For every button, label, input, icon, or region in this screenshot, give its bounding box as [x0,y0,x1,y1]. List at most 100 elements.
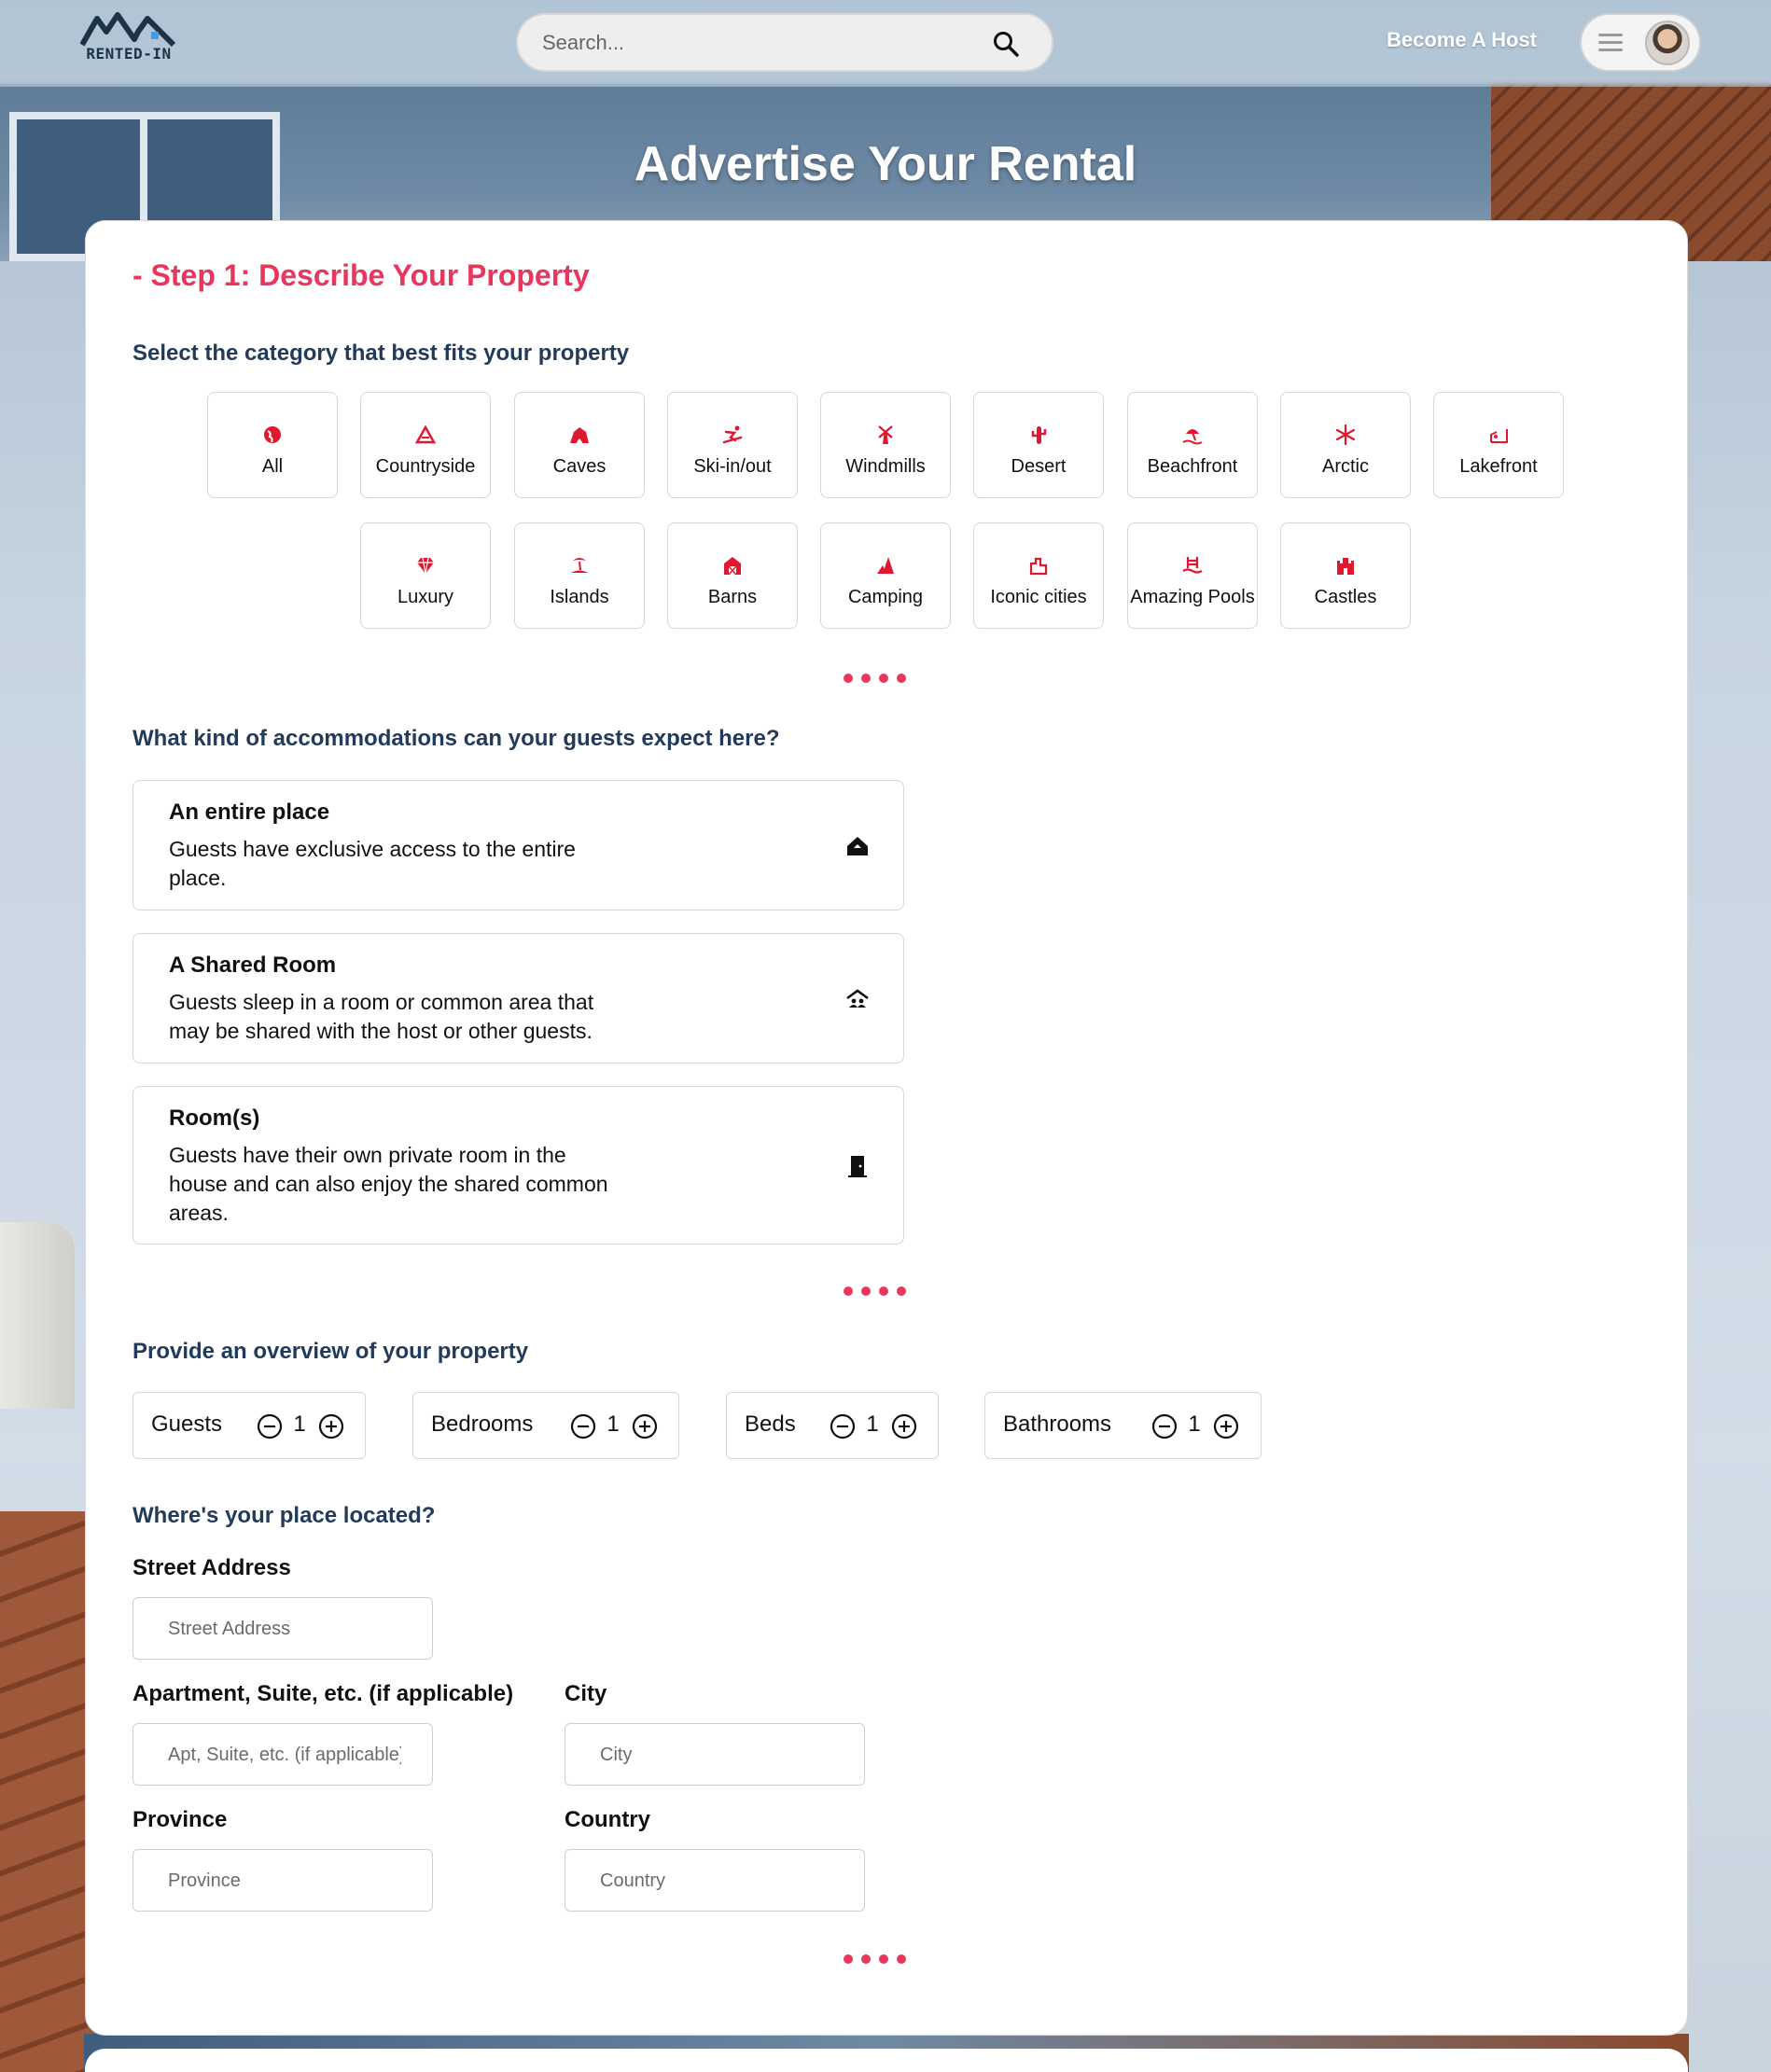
accommodation-description: Guests have exclusive access to the enti… [169,837,576,890]
counter-label: Guests [151,1411,223,1437]
country-input[interactable] [600,1867,833,1895]
category-label: Beachfront [1147,456,1238,477]
snowflake-icon [1335,424,1356,445]
counter-label: Bathrooms [1003,1411,1112,1437]
category-countryside[interactable]: Countryside [360,392,491,498]
globe-icon [264,426,281,443]
house-icon [847,837,868,855]
category-label: Arctic [1322,456,1369,477]
category-beachfront[interactable]: Beachfront [1127,392,1258,498]
category-all[interactable]: All [207,392,338,498]
step-title: - Step 1: Describe Your Property [132,258,590,292]
province-field [132,1849,433,1912]
street-address-field [132,1597,433,1660]
hamburger-menu-icon [1598,34,1623,52]
province-label: Province [132,1807,228,1832]
category-label: Camping [847,587,924,607]
category-luxury[interactable]: Luxury [360,522,491,629]
category-castles[interactable]: Castles [1280,522,1411,629]
minus-circle-icon[interactable] [257,1413,283,1439]
accommodation-entire-place[interactable]: An entire place Guests have exclusive ac… [132,780,904,911]
accommodation-title: An entire place [169,800,330,825]
pool-icon [1182,557,1203,574]
plus-circle-icon[interactable] [891,1413,917,1439]
cactus-icon [1031,426,1047,444]
category-camping[interactable]: Camping [820,522,951,629]
city-icon [1029,557,1048,576]
category-label: Castles [1314,587,1377,607]
accommodation-description: Guests have their own private room in th… [169,1143,608,1225]
plus-circle-icon[interactable] [318,1413,344,1439]
site-logo[interactable]: RENTED-IN [80,11,177,63]
category-label: Desert [1011,456,1067,477]
category-caves[interactable]: Caves [514,392,645,498]
castle-icon [1337,558,1354,575]
tent-icon [877,557,894,574]
accommodation-rooms[interactable]: Room(s) Guests have their own private ro… [132,1086,904,1245]
fishing-icon [1490,429,1508,443]
category-label: Amazing Pools [1130,587,1255,607]
category-barns[interactable]: Barns [667,522,798,629]
beds-stepper: Beds 1 [726,1392,939,1459]
category-amazing-pools[interactable]: Amazing Pools [1127,522,1258,629]
minus-circle-icon[interactable] [1151,1413,1178,1439]
street-address-input[interactable] [168,1615,401,1643]
city-field [565,1723,865,1786]
apartment-label: Apartment, Suite, etc. (if applicable) [132,1681,514,1706]
guests-stepper: Guests 1 [132,1392,366,1459]
category-ski[interactable]: Ski-in/out [667,392,798,498]
user-menu-button[interactable] [1580,13,1701,72]
accommodation-question: What kind of accommodations can your gue… [132,726,780,751]
category-arctic[interactable]: Arctic [1280,392,1411,498]
minus-circle-icon[interactable] [830,1413,856,1439]
plus-circle-icon[interactable] [632,1413,658,1439]
category-label: All [261,456,284,477]
search-input[interactable] [542,28,971,58]
category-label: Lakefront [1459,456,1538,477]
counter-value: 1 [607,1411,620,1437]
category-label: Iconic cities [990,587,1087,607]
user-avatar [1645,21,1690,65]
street-address-label: Street Address [132,1555,291,1580]
city-input[interactable] [600,1741,833,1769]
counter-value: 1 [866,1411,879,1437]
apartment-input[interactable] [168,1741,401,1769]
diamond-icon [417,557,434,575]
category-windmills[interactable]: Windmills [820,392,951,498]
accommodation-title: A Shared Room [169,953,337,978]
shared-house-icon [846,989,869,1008]
province-input[interactable] [168,1867,401,1895]
category-desert[interactable]: Desert [973,392,1104,498]
section-divider-dots [844,1952,918,1964]
category-label: Windmills [845,456,926,477]
category-islands[interactable]: Islands [514,522,645,629]
door-icon [848,1156,867,1177]
location-question: Where's your place located? [132,1503,436,1528]
category-lakefront[interactable]: Lakefront [1433,392,1564,498]
apartment-field [132,1723,433,1786]
accommodation-description: Guests sleep in a room or common area th… [169,990,594,1043]
minus-circle-icon[interactable] [570,1413,596,1439]
accommodation-shared-room[interactable]: A Shared Room Guests sleep in a room or … [132,933,904,1064]
counter-value: 1 [293,1411,306,1437]
counter-value: 1 [1188,1411,1201,1437]
category-iconic-cities[interactable]: Iconic cities [973,522,1104,629]
island-icon [571,558,588,573]
counter-label: Beds [745,1411,796,1437]
category-label: Islands [550,587,609,607]
category-label: Ski-in/out [693,456,772,477]
plus-circle-icon[interactable] [1213,1413,1239,1439]
search-icon[interactable] [992,30,1020,58]
section-divider-dots [844,671,918,683]
category-question: Select the category that best fits your … [132,341,630,366]
search-bar[interactable] [516,13,1053,72]
become-host-link[interactable]: Become A Host [1387,28,1537,52]
category-label: Barns [707,587,758,607]
skier-icon [722,425,743,444]
beach-icon [1182,429,1203,445]
top-navbar: RENTED-IN Become A Host [0,0,1771,87]
accommodation-title: Room(s) [169,1106,260,1131]
bedrooms-stepper: Bedrooms 1 [412,1392,679,1459]
category-label: Luxury [397,587,454,607]
bathrooms-stepper: Bathrooms 1 [984,1392,1262,1459]
